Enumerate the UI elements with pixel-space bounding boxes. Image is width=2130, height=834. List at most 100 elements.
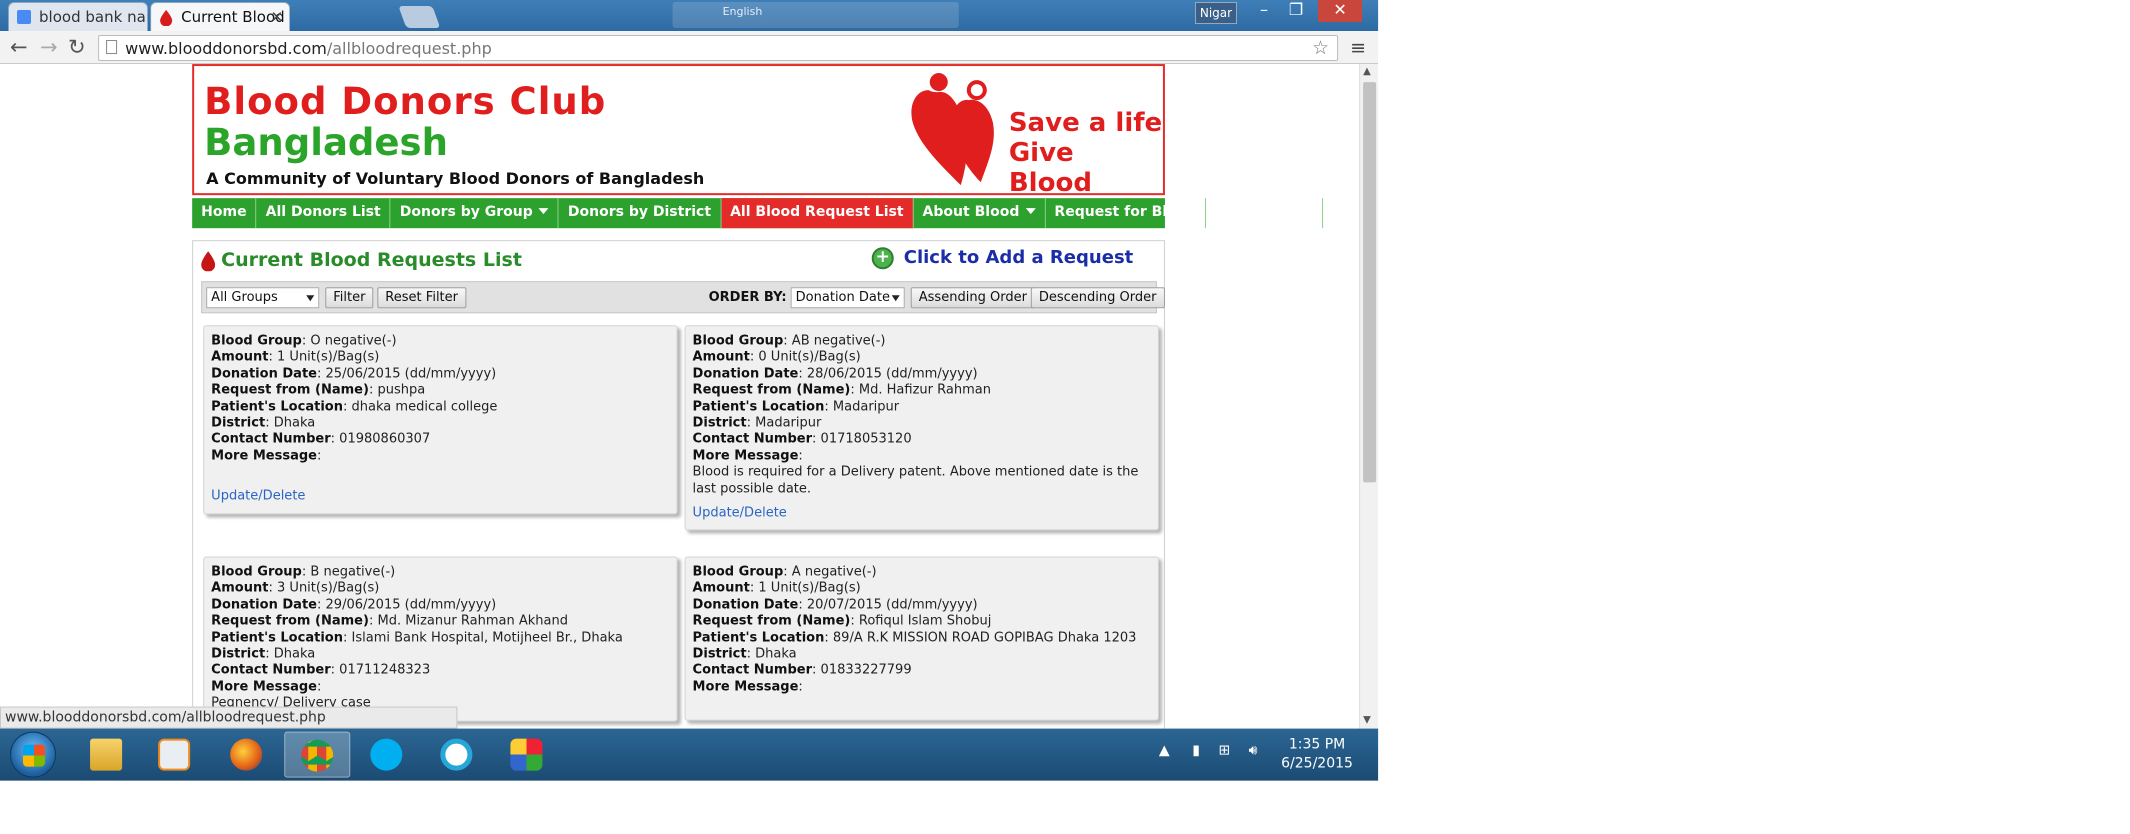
nav-item-label: Request for Blood	[1054, 204, 1197, 221]
media-player-icon	[158, 738, 191, 771]
request-district-value: Dhaka	[273, 415, 316, 431]
field-label: Patient's Location	[692, 630, 825, 646]
field-label: Donation Date	[692, 597, 799, 613]
field-label: Blood Group	[692, 564, 784, 580]
nav-item[interactable]: Donors by District	[559, 198, 722, 229]
chrome-taskbar-button[interactable]	[284, 731, 351, 778]
request-location-value: 89/A R.K MISSION ROAD GOPIBAG Dhaka 1203	[832, 630, 1137, 646]
firefox-taskbar-button[interactable]	[214, 732, 280, 778]
site-title: Blood Donors Club	[204, 80, 607, 124]
media-player-taskbar-button[interactable]	[142, 732, 208, 778]
ime-language-bar[interactable]: English	[672, 2, 959, 29]
field-label: Amount	[211, 580, 269, 596]
filter-button[interactable]: Filter	[325, 287, 374, 309]
back-icon[interactable]: ←	[10, 35, 28, 59]
request-message-row: More Message: Blood is required for a De…	[693, 448, 1151, 497]
request-amount-row: Amount: 3 Unit(s)/Bag(s)	[211, 580, 380, 596]
nav-item[interactable]: Home	[192, 198, 257, 229]
request-date-row: Donation Date: 25/06/2015 (dd/mm/yyyy)	[211, 366, 497, 382]
minimize-icon[interactable]: –	[1248, 0, 1280, 22]
close-window-icon[interactable]: ✕	[1318, 0, 1363, 23]
address-bar[interactable]: www.blooddonorsbd.com/allbloodrequest.ph…	[98, 35, 1339, 62]
nav-item-label: All Donors List	[265, 204, 381, 221]
nav-item[interactable]: Blood Banks	[1206, 198, 1323, 229]
request-group-value: AB negative(-)	[791, 333, 886, 349]
field-label: Request from (Name)	[692, 382, 851, 398]
field-label: Patient's Location	[692, 398, 825, 414]
request-location-row: Patient's Location: 89/A R.K MISSION ROA…	[692, 630, 1137, 646]
nav-item[interactable]: All Blood Request List	[721, 198, 914, 229]
update-delete-link[interactable]: Update/Delete	[211, 489, 669, 505]
network-icon[interactable]: ⊞	[1218, 743, 1230, 759]
descending-order-button[interactable]: Descending Order	[1030, 287, 1165, 309]
request-card: Blood Group: AB negative(-) Amount: 0 Uni…	[684, 325, 1159, 531]
volume-icon[interactable]: 🔊︎	[1249, 743, 1258, 759]
clock-time: 1:35 PM	[1288, 736, 1346, 753]
blood-drop-icon	[201, 251, 216, 272]
field-label: Amount	[692, 349, 750, 365]
site-tagline: A Community of Voluntary Blood Donors of…	[206, 169, 705, 189]
explorer-taskbar-button[interactable]	[74, 732, 140, 778]
page-viewport: Blood Donors Club Bangladesh A Community…	[0, 64, 1360, 729]
request-location-value: dhaka medical college	[351, 398, 498, 414]
screen: blood bank name of Current Blood Reque ✕…	[0, 0, 1379, 781]
scrollbar-thumb[interactable]	[1363, 82, 1377, 483]
app-icon	[440, 738, 473, 771]
field-label: Contact Number	[692, 662, 813, 678]
maximize-icon[interactable]: ❐	[1280, 0, 1312, 22]
panel-title: Current Blood Requests List	[201, 249, 522, 272]
request-contact-value: 01833227799	[820, 662, 912, 678]
nav-item[interactable]: About Blood	[914, 198, 1046, 229]
caret-down-icon	[1025, 208, 1036, 215]
paint-taskbar-button[interactable]	[494, 732, 560, 778]
field-label: Amount	[211, 349, 269, 365]
request-district-row: District: Dhaka	[692, 646, 797, 662]
field-label: More Message	[211, 448, 318, 464]
vertical-scrollbar[interactable]: ▲ ▼	[1359, 64, 1379, 729]
field-label: Patient's Location	[211, 630, 343, 646]
nav-item[interactable]: All Donors List	[257, 198, 391, 229]
reload-icon[interactable]: ↻	[68, 35, 86, 59]
browser-toolbar: ← → ↻ www.blooddonorsbd.com/allbloodrequ…	[0, 31, 1379, 65]
profile-button[interactable]: Nigar	[1194, 2, 1237, 25]
ccleaner-taskbar-button[interactable]	[424, 732, 490, 778]
request-amount-value: 1 Unit(s)/Bag(s)	[758, 580, 861, 596]
nav-item[interactable]: Donors by Group	[391, 198, 559, 229]
forward-icon[interactable]: →	[40, 35, 58, 59]
order-by-select[interactable]: Donation Date	[790, 287, 905, 309]
blood-group-select[interactable]: All Groups	[206, 287, 320, 309]
filter-bar: All Groups Filter Reset Filter ORDER BY:…	[201, 281, 1165, 314]
close-tab-icon[interactable]: ✕	[271, 8, 284, 26]
tab-current-blood-requests[interactable]: Current Blood Reque ✕	[150, 2, 291, 32]
chrome-menu-icon[interactable]: ≡	[1350, 37, 1366, 59]
new-tab-button[interactable]	[398, 6, 441, 29]
skype-taskbar-button[interactable]	[354, 732, 420, 778]
request-from-row: Request from (Name): pushpa	[211, 382, 426, 398]
update-delete-link[interactable]: Update/Delete	[693, 505, 1151, 521]
scroll-down-icon[interactable]: ▼	[1363, 715, 1371, 726]
request-message-row: More Message:	[693, 679, 1151, 711]
request-from-value: pushpa	[377, 382, 426, 398]
page-icon	[106, 40, 118, 55]
request-message-row: More Message:	[211, 448, 669, 480]
bookmark-star-icon[interactable]: ☆	[1312, 37, 1329, 59]
request-group-row: Blood Group: O negative(-)	[211, 333, 397, 349]
tab-blood-bank-search[interactable]: blood bank name of	[8, 2, 149, 32]
request-location-row: Patient's Location: Madaripur	[692, 398, 900, 414]
start-button[interactable]	[10, 731, 57, 778]
system-clock[interactable]: 1:35 PM 6/25/2015	[1277, 736, 1357, 774]
request-from-row: Request from (Name): Rofiqul Islam Shobu…	[692, 613, 992, 629]
field-label: Patient's Location	[211, 398, 343, 414]
request-contact-value: 01718053120	[820, 431, 912, 447]
show-hidden-icons-icon[interactable]: ▲	[1159, 743, 1170, 759]
battery-icon[interactable]: ▮	[1192, 743, 1200, 759]
ascending-order-button[interactable]: Assending Order	[910, 287, 1035, 309]
reset-filter-button[interactable]: Reset Filter	[377, 287, 467, 309]
slogan: Save a life Give Blood	[1009, 108, 1163, 198]
request-location-row: Patient's Location: Islami Bank Hospital…	[211, 630, 623, 646]
nav-item[interactable]: Request for Blood	[1045, 198, 1207, 229]
request-date-row: Donation Date: 28/06/2015 (dd/mm/yyyy)	[692, 366, 978, 382]
scroll-up-icon[interactable]: ▲	[1363, 66, 1371, 77]
add-request-link[interactable]: + Click to Add a Request	[871, 247, 1133, 270]
request-contact-value: 01980860307	[339, 431, 431, 447]
